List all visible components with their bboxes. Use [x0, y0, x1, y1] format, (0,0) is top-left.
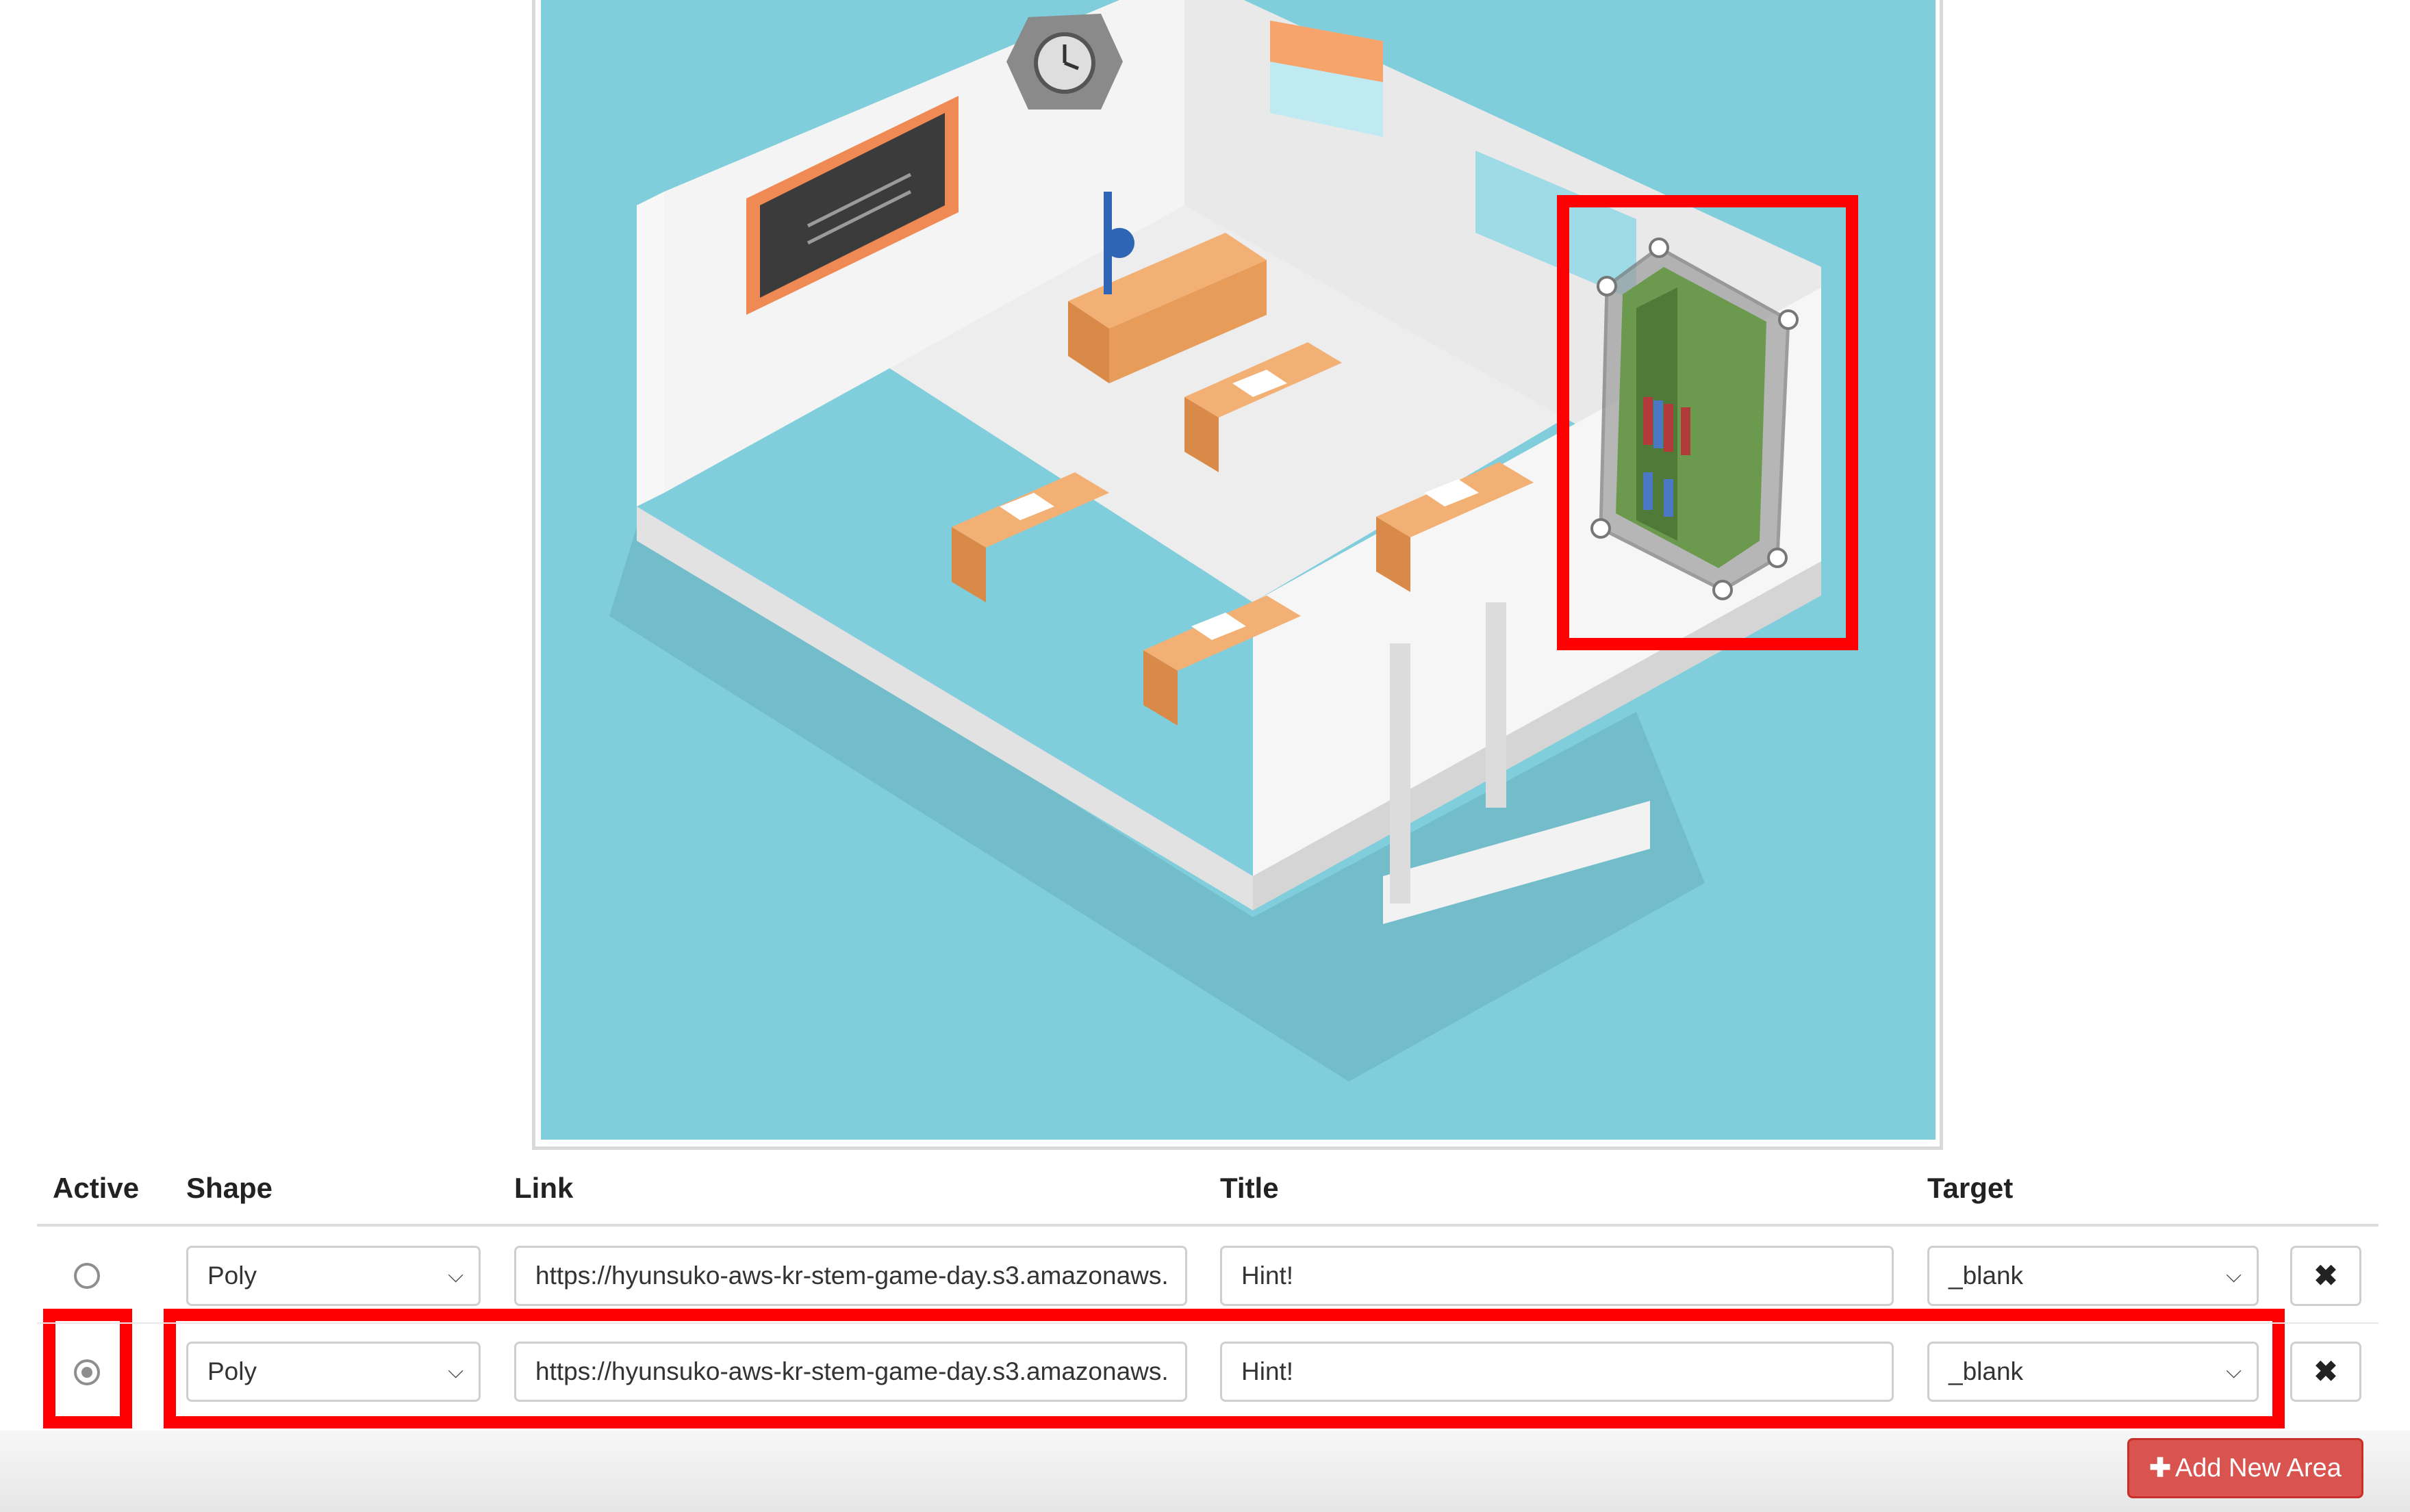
plus-icon: ✚ — [2149, 1454, 2171, 1483]
shape-select[interactable]: Poly ⌵ — [186, 1246, 481, 1306]
shape-select-value: Poly — [207, 1261, 257, 1290]
chevron-down-icon: ⌵ — [2226, 1360, 2242, 1383]
link-input-value: https://hyunsuko-aws-kr-stem-game-day.s3… — [535, 1357, 1169, 1385]
header-divider — [37, 1224, 2379, 1227]
target-select[interactable]: _blank ⌵ — [1927, 1246, 2259, 1306]
header-active: Active — [53, 1172, 140, 1204]
header-title: Title — [1220, 1172, 1279, 1204]
title-input[interactable]: Hint! — [1220, 1246, 1894, 1306]
chevron-down-icon: ⌵ — [448, 1264, 464, 1287]
link-input-value: https://hyunsuko-aws-kr-stem-game-day.s3… — [535, 1261, 1169, 1290]
header-shape: Shape — [186, 1172, 273, 1204]
delete-area-button[interactable]: ✖ — [2290, 1342, 2361, 1402]
close-icon: ✖ — [2313, 1355, 2338, 1387]
target-select-value: _blank — [1949, 1357, 2024, 1385]
active-radio[interactable] — [74, 1359, 100, 1385]
add-new-area-label: Add New Area — [2174, 1454, 2342, 1483]
title-input-value: Hint! — [1241, 1357, 1294, 1385]
close-icon: ✖ — [2313, 1259, 2338, 1292]
chevron-down-icon: ⌵ — [2226, 1264, 2242, 1287]
shape-select[interactable]: Poly ⌵ — [186, 1342, 481, 1402]
chevron-down-icon: ⌵ — [448, 1360, 464, 1383]
link-input[interactable]: https://hyunsuko-aws-kr-stem-game-day.s3… — [514, 1342, 1187, 1402]
add-new-area-button[interactable]: ✚ Add New Area — [2127, 1438, 2363, 1498]
header-link: Link — [514, 1172, 574, 1204]
footer-bar — [0, 1431, 2410, 1512]
link-input[interactable]: https://hyunsuko-aws-kr-stem-game-day.s3… — [514, 1246, 1187, 1306]
target-select[interactable]: _blank ⌵ — [1927, 1342, 2259, 1402]
active-radio[interactable] — [74, 1263, 100, 1289]
delete-area-button[interactable]: ✖ — [2290, 1246, 2361, 1306]
header-target: Target — [1927, 1172, 2014, 1204]
title-input-value: Hint! — [1241, 1261, 1294, 1290]
title-input[interactable]: Hint! — [1220, 1342, 1894, 1402]
target-select-value: _blank — [1949, 1261, 2024, 1290]
row-divider — [37, 1322, 2379, 1324]
shape-select-value: Poly — [207, 1357, 257, 1385]
highlight-selected-area — [1557, 195, 1858, 650]
